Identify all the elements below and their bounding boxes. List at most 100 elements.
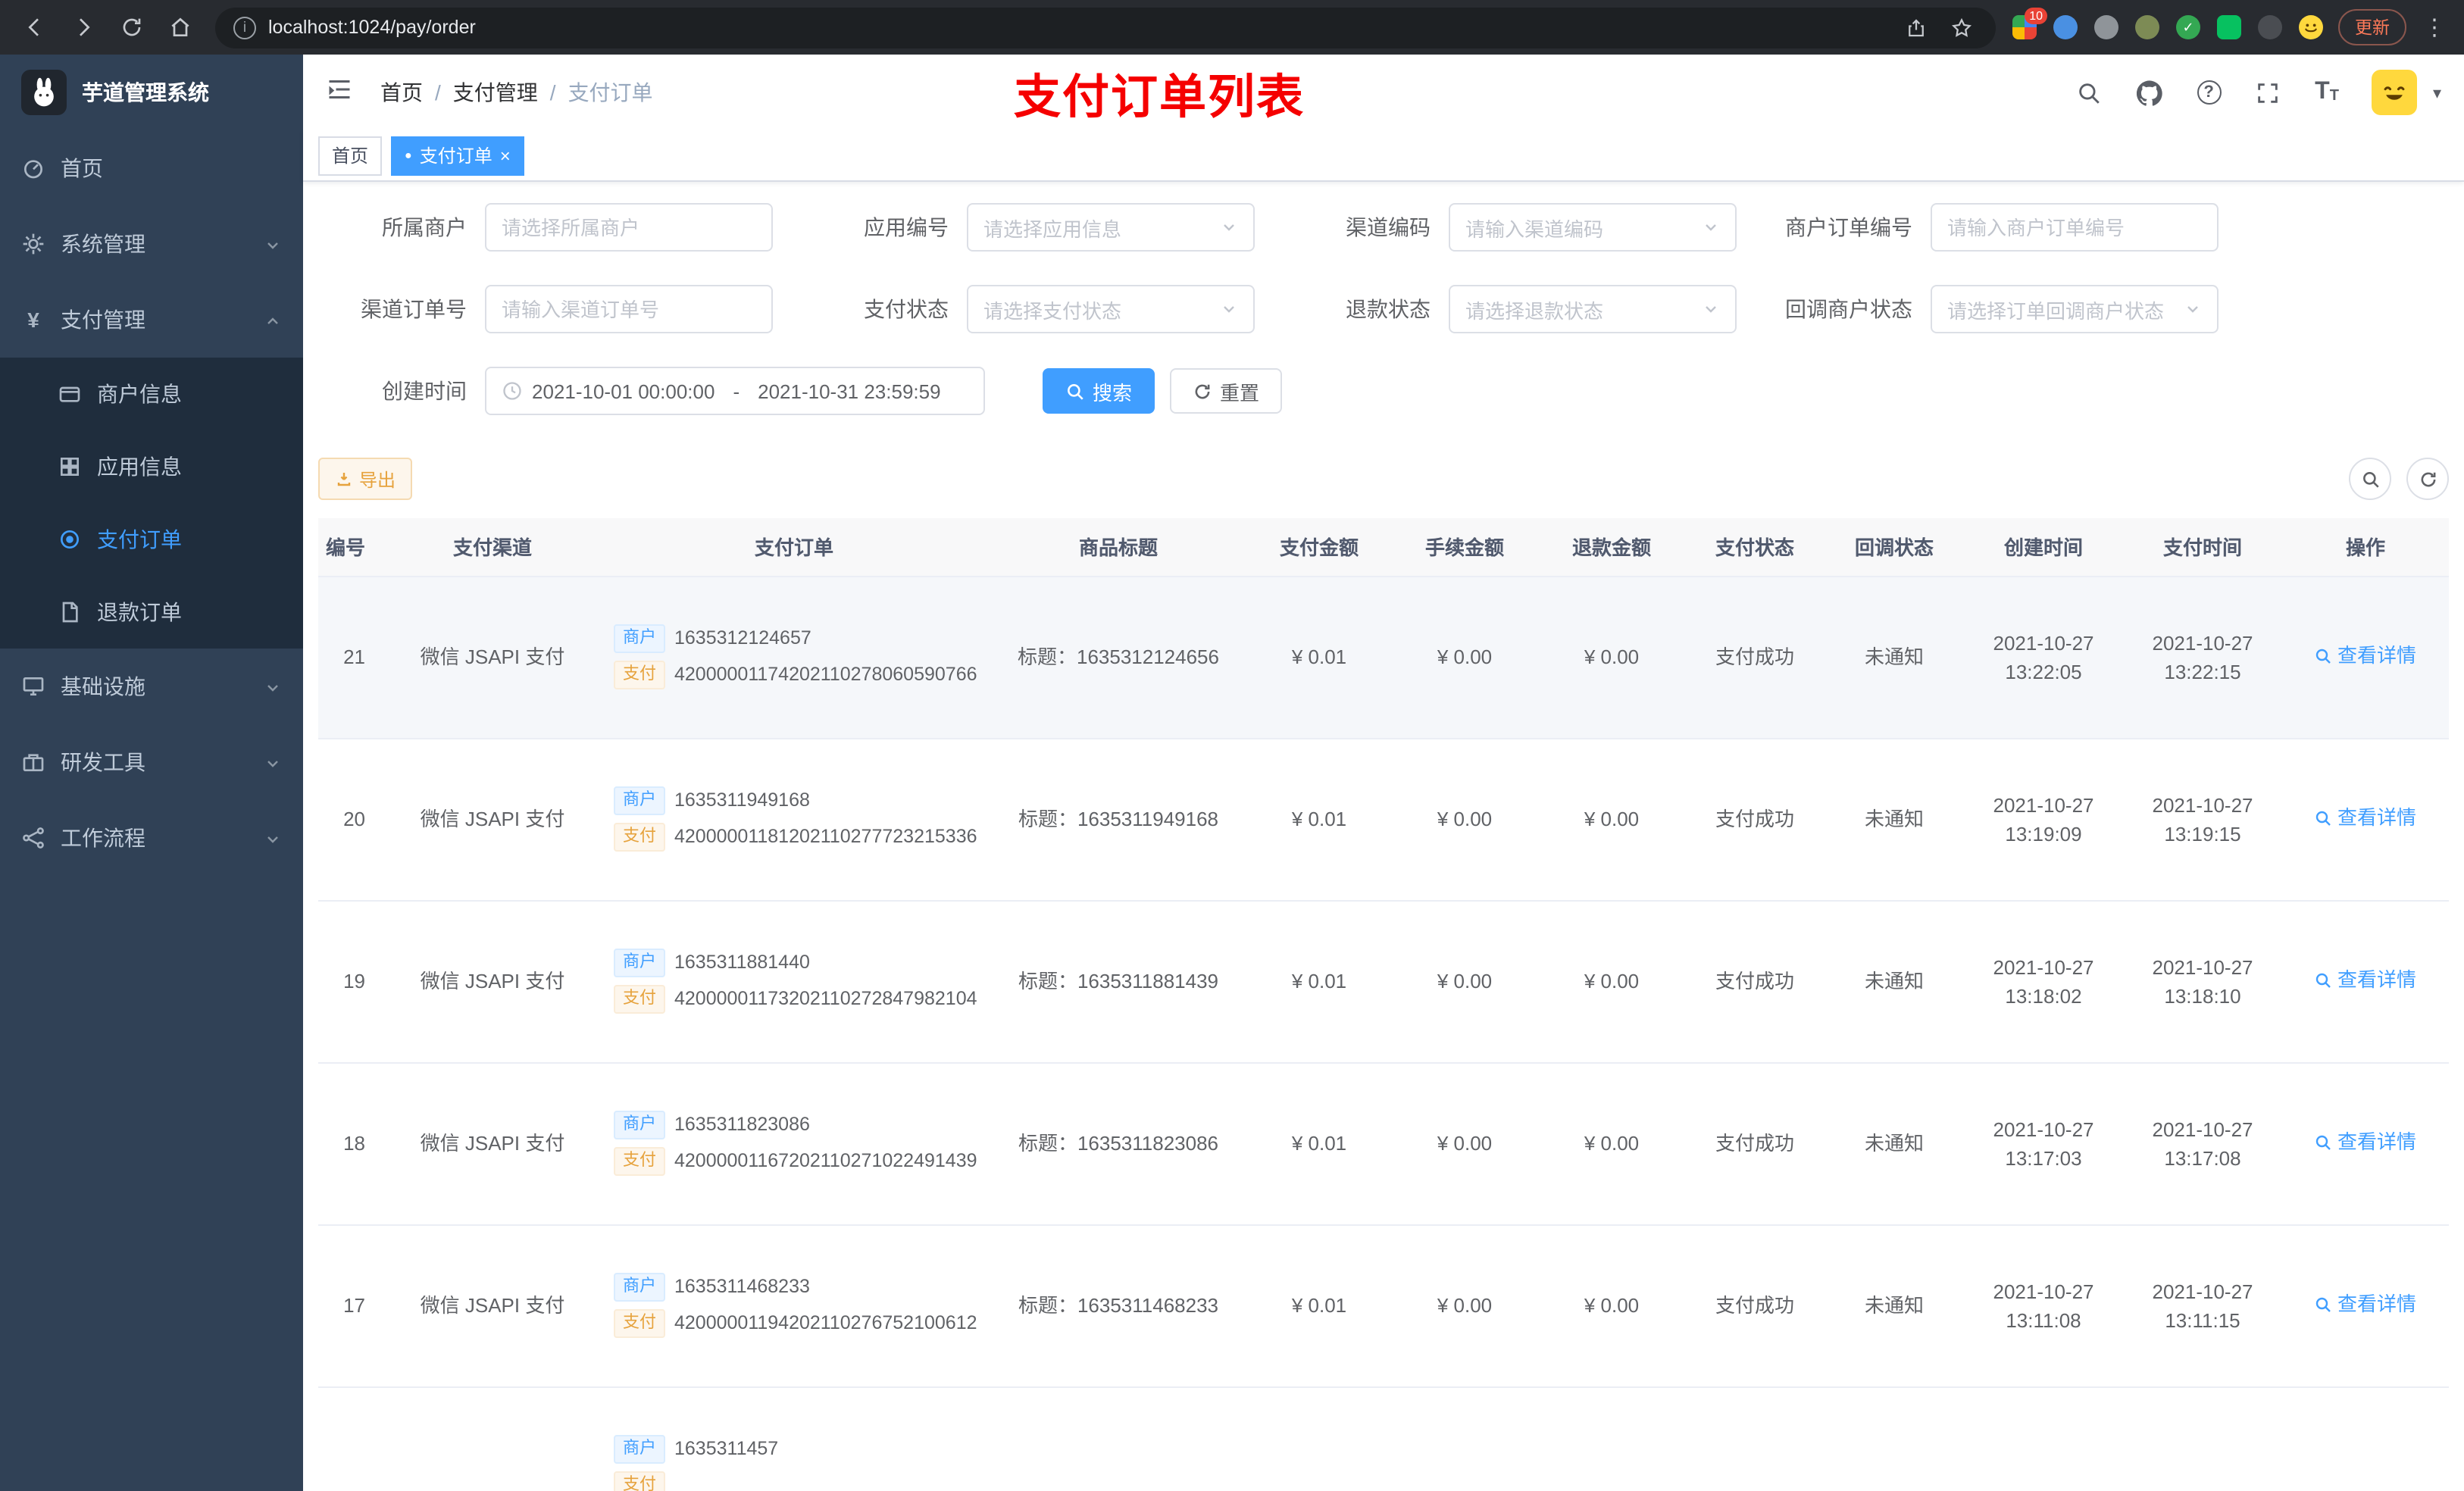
cell-notify-status: 未通知 — [1825, 900, 1964, 1063]
sidebar-item-system[interactable]: 系统管理 — [0, 206, 303, 282]
sidebar-fold-icon[interactable] — [326, 76, 359, 109]
sidebar-item-infrastructure[interactable]: 基础设施 — [0, 649, 303, 724]
cell-id: 20 — [318, 738, 386, 901]
search-button[interactable]: 搜索 — [1043, 368, 1155, 414]
breadcrumb-home[interactable]: 首页 — [380, 77, 423, 108]
sidebar-item-dev-tools[interactable]: 研发工具 — [0, 724, 303, 800]
navbar-actions: ? TT ▾ — [2075, 70, 2441, 115]
home-icon[interactable] — [161, 8, 200, 47]
extensions-area: 10 ✓ 更新 ⋮ — [2011, 8, 2449, 45]
search-icon[interactable] — [2075, 79, 2103, 106]
table-row[interactable]: 20 微信 JSAPI 支付 商户 1635311949168 支付 4200000… — [318, 738, 2449, 901]
extension-icon-5[interactable]: ✓ — [2175, 14, 2202, 41]
info-glyph: i — [242, 19, 247, 36]
back-icon[interactable] — [15, 8, 55, 47]
caret-down-icon[interactable]: ▾ — [2433, 83, 2441, 102]
cell-title: 标题：1635311468233 — [990, 1224, 1247, 1387]
extension-icon-6[interactable] — [2215, 14, 2243, 41]
cell-id: 18 — [318, 1062, 386, 1225]
search-icon — [2362, 471, 2378, 487]
cell-fee-amount: ¥ 0.00 — [1391, 1062, 1538, 1225]
table-row[interactable]: 21 微信 JSAPI 支付 商户 1635312124657 支付 4200000… — [318, 576, 2449, 739]
close-icon[interactable]: × — [500, 146, 511, 164]
toggle-search-button[interactable] — [2349, 458, 2391, 500]
cell-create-time: 2021-10-27 13:11:08 — [1964, 1224, 2123, 1387]
merchant-input[interactable] — [485, 203, 773, 252]
extension-icon-8[interactable] — [2297, 14, 2325, 41]
sidebar-item-refund-order[interactable]: 退款订单 — [0, 576, 303, 649]
filter-label-app-no: 应用编号 — [864, 215, 949, 239]
yen-icon: ¥ — [27, 308, 39, 332]
sidebar-item-pay[interactable]: ¥ 支付管理 — [0, 282, 303, 358]
cell-pay-status: 支付成功 — [1685, 1224, 1825, 1387]
tab-pay-order[interactable]: ● 支付订单 × — [391, 136, 524, 175]
column-header-pay-order: 支付订单 — [599, 518, 990, 577]
extension-icon-7[interactable] — [2256, 14, 2284, 41]
app-no-select[interactable]: 请选择应用信息 — [967, 203, 1255, 252]
table-row[interactable]: 商户 1635311457 支付 — [318, 1386, 2449, 1491]
browser-update-button[interactable]: 更新 — [2338, 9, 2406, 45]
cell-pay-amount — [1247, 1386, 1391, 1491]
extension-icon-4[interactable] — [2134, 14, 2161, 41]
table-row[interactable]: 19 微信 JSAPI 支付 商户 1635311881440 支付 4200000… — [318, 900, 2449, 1063]
breadcrumb-section[interactable]: 支付管理 — [453, 77, 538, 108]
notify-status-select[interactable]: 请选择订单回调商户状态 — [1931, 285, 2219, 333]
table-row[interactable]: 18 微信 JSAPI 支付 商户 1635311823086 支付 4200000… — [318, 1062, 2449, 1225]
extension-icon-3[interactable] — [2093, 14, 2120, 41]
cell-pay-amount: ¥ 0.01 — [1247, 900, 1391, 1063]
browser-menu-icon[interactable]: ⋮ — [2420, 14, 2449, 41]
table-row[interactable]: 17 微信 JSAPI 支付 商户 1635311468233 支付 4200000… — [318, 1224, 2449, 1387]
tab-home[interactable]: 首页 — [318, 136, 383, 175]
sidebar-item-pay-order[interactable]: 支付订单 — [0, 503, 303, 576]
channel-order-no-input[interactable] — [485, 285, 773, 333]
sidebar-item-workflow[interactable]: 工作流程 — [0, 800, 303, 876]
view-detail-link[interactable]: 查看详情 — [2315, 1290, 2416, 1319]
font-size-icon[interactable]: TT — [2315, 80, 2339, 105]
cell-pay-time: 2021-10-27 13:22:15 — [2123, 576, 2282, 739]
view-detail-link[interactable]: 查看详情 — [2315, 642, 2416, 670]
pay-tag: 支付 — [614, 1147, 665, 1176]
site-info-icon[interactable]: i — [233, 16, 256, 39]
view-detail-link[interactable]: 查看详情 — [2315, 1128, 2416, 1157]
bookmark-star-icon[interactable] — [1944, 11, 1978, 44]
sidebar-item-merchant-info[interactable]: 商户信息 — [0, 358, 303, 430]
chevron-down-icon — [264, 829, 282, 847]
extension-icon-1[interactable]: 10 — [2011, 8, 2047, 41]
sidebar-item-app-info[interactable]: 应用信息 — [0, 430, 303, 503]
merchant-tag: 商户 — [614, 624, 665, 653]
cell-pay-status: 支付成功 — [1685, 900, 1825, 1063]
pay-status-select[interactable]: 请选择支付状态 — [967, 285, 1255, 333]
reload-icon[interactable] — [112, 8, 152, 47]
merchant-order-no-input[interactable] — [1931, 203, 2219, 252]
page-annotation: 支付订单列表 — [1014, 70, 1305, 123]
cell-pay-amount: ¥ 0.01 — [1247, 1062, 1391, 1225]
export-button[interactable]: 导出 — [318, 458, 413, 500]
share-icon[interactable] — [1899, 11, 1932, 44]
channel-code-select[interactable]: 请输入渠道编码 — [1449, 203, 1737, 252]
sidebar-item-home[interactable]: 首页 — [0, 130, 303, 206]
cell-fee-amount: ¥ 0.00 — [1391, 1224, 1538, 1387]
avatar[interactable] — [2372, 70, 2418, 115]
help-icon[interactable]: ? — [2197, 80, 2222, 105]
view-detail-link[interactable]: 查看详情 — [2315, 966, 2416, 995]
fullscreen-icon[interactable] — [2254, 79, 2281, 106]
create-time-range-input[interactable]: 2021-10-01 00:00:00 - 2021-10-31 23:59:5… — [485, 367, 985, 415]
filter-label-notify-status: 回调商户状态 — [1785, 297, 1912, 321]
github-icon[interactable] — [2136, 79, 2163, 106]
filter-label-pay-status: 支付状态 — [864, 297, 949, 321]
column-header-id: 编号 — [318, 518, 386, 577]
reset-button[interactable]: 重置 — [1170, 368, 1283, 414]
refresh-table-button[interactable] — [2406, 458, 2449, 500]
cell-notify-status: 未通知 — [1825, 1062, 1964, 1225]
order-table: 编号 支付渠道 支付订单 商品标题 支付金额 手续金额 退款金额 支付状态 回调… — [318, 518, 2449, 1491]
forward-icon[interactable] — [64, 8, 103, 47]
view-detail-link[interactable]: 查看详情 — [2315, 804, 2416, 833]
cell-notify-status: 未通知 — [1825, 576, 1964, 739]
url-bar[interactable]: i localhost:1024/pay/order — [215, 7, 1996, 48]
cell-pay-status: 支付成功 — [1685, 576, 1825, 739]
app-logo[interactable]: 芋道管理系统 — [0, 55, 303, 130]
cell-refund-amount: ¥ 0.00 — [1538, 1224, 1685, 1387]
refund-status-select[interactable]: 请选择退款状态 — [1449, 285, 1737, 333]
extension-icon-2[interactable] — [2052, 14, 2079, 41]
search-icon — [2316, 1297, 2331, 1312]
